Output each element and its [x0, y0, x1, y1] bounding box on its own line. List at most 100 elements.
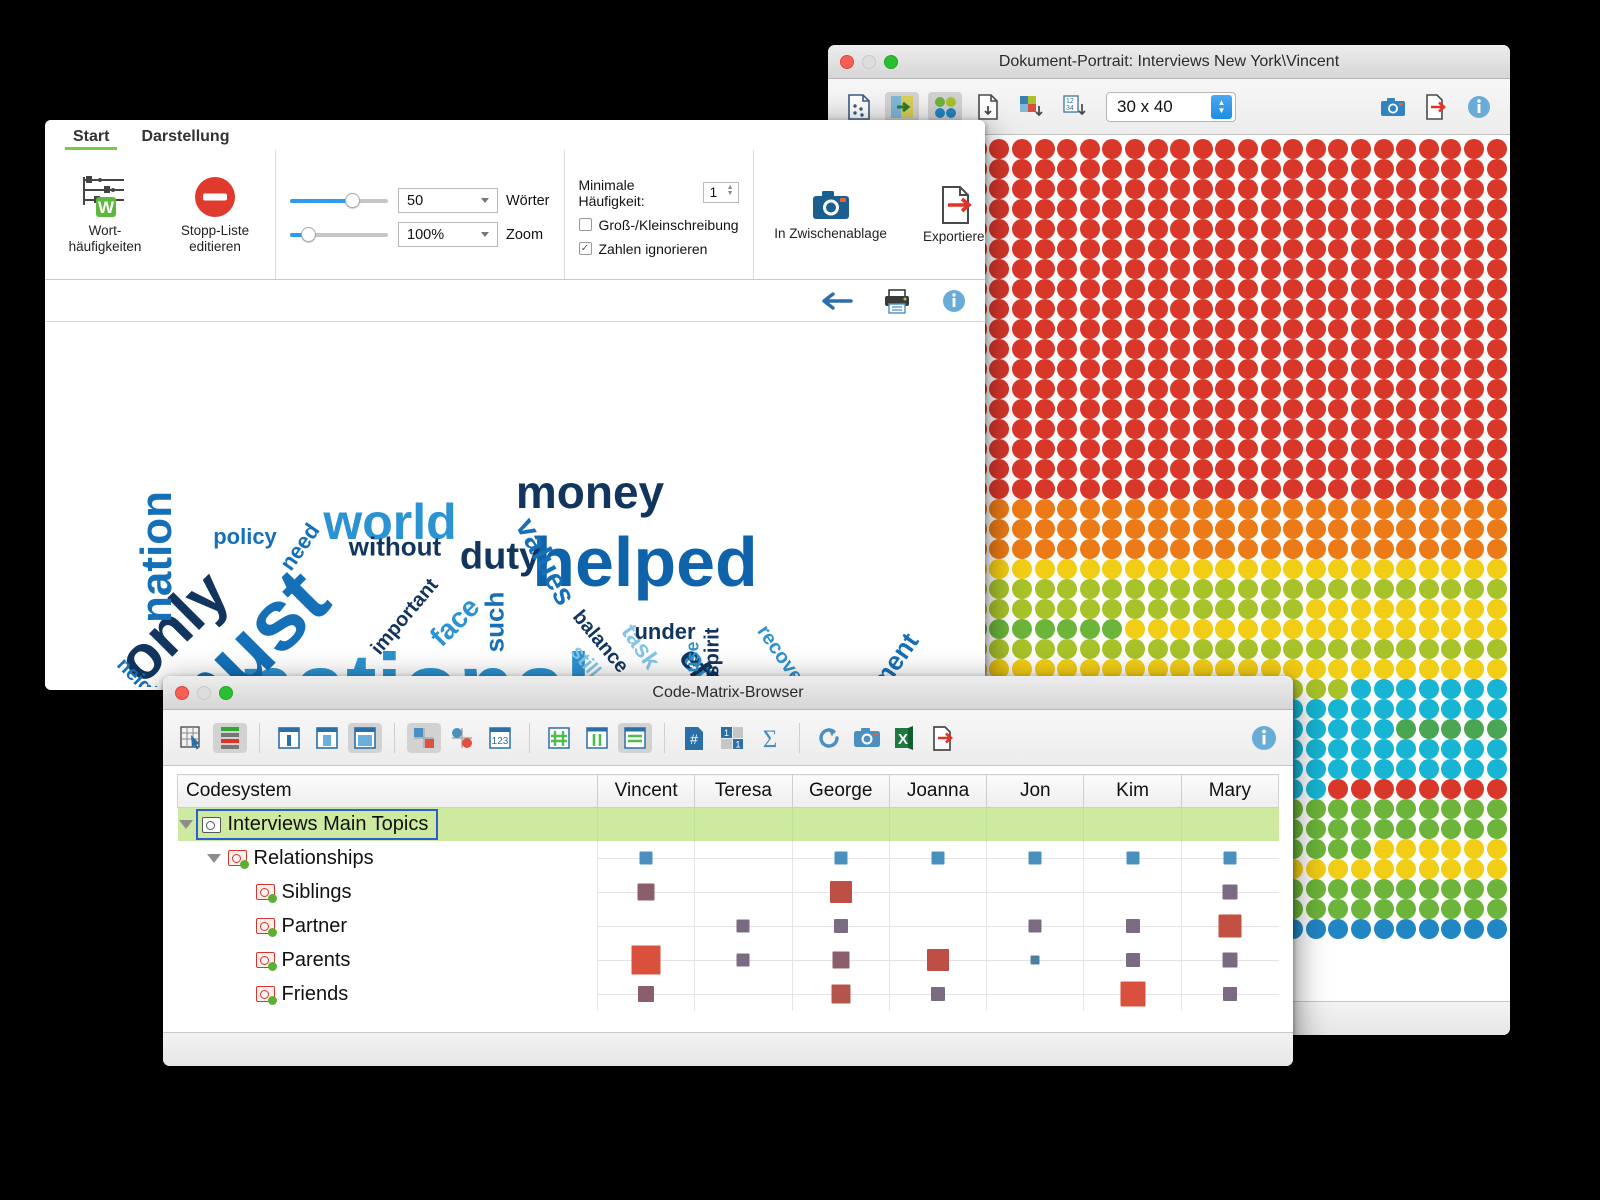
word-frequencies-button[interactable]: W Wort- häufigkeiten [59, 175, 151, 254]
code-cell[interactable]: Parents [255, 949, 350, 972]
case-sensitive-row[interactable]: Groß-/Kleinschreibung [578, 217, 739, 233]
matrix-cell[interactable] [791, 909, 890, 943]
matrix-marker[interactable] [829, 881, 852, 903]
portrait-image-export-button[interactable] [885, 91, 919, 122]
matrix-cell[interactable] [596, 841, 695, 875]
window-controls[interactable] [840, 45, 898, 79]
matrix-cell[interactable] [986, 875, 1084, 909]
matrix-row-label-cell[interactable]: Siblings [178, 875, 598, 909]
close-button[interactable] [840, 55, 854, 69]
words-slider[interactable] [290, 193, 388, 208]
back-button[interactable] [821, 291, 853, 311]
clipboard-button[interactable]: In Zwischenablage [768, 188, 894, 242]
matrix-row-label-cell[interactable]: Partner [178, 909, 598, 943]
stoplist-edit-button[interactable]: Stopp-Liste editieren [169, 175, 261, 254]
matrix-marker[interactable] [1223, 851, 1237, 865]
cmb-window-controls[interactable] [175, 676, 233, 710]
matrix-cell[interactable] [986, 909, 1084, 943]
matrix-cell[interactable] [694, 875, 793, 909]
minimize-button[interactable] [197, 686, 211, 700]
matrix-column-header[interactable]: Jon [986, 774, 1085, 808]
square-symbol-button[interactable] [407, 722, 441, 753]
matrix-cell[interactable] [791, 841, 890, 875]
matrix-marker[interactable] [1030, 955, 1040, 965]
matrix-cell[interactable] [986, 841, 1084, 875]
refresh-button[interactable] [812, 723, 846, 753]
table-row[interactable]: Relationships [178, 841, 1279, 875]
matrix-cell[interactable] [694, 977, 793, 1011]
matrix-cell[interactable] [1083, 875, 1182, 909]
portrait-info-button[interactable] [1462, 92, 1496, 122]
matrix-cell[interactable] [888, 909, 987, 943]
matrix-cell[interactable] [1180, 943, 1279, 977]
table-row[interactable]: Interviews Main Topics [177, 807, 1279, 841]
matrix-marker[interactable] [1125, 953, 1140, 967]
expand-triangle-icon[interactable] [178, 820, 193, 829]
matrix-cell[interactable] [694, 841, 793, 875]
portrait-page-down-button[interactable] [971, 92, 1005, 122]
code-cell[interactable]: Partner [255, 915, 347, 938]
words-value-box[interactable]: 50 [398, 188, 498, 213]
matrix-marker[interactable] [638, 986, 655, 1002]
matrix-cell[interactable] [791, 943, 890, 977]
cloud-word[interactable]: use [683, 641, 704, 672]
matrix-marker[interactable] [736, 953, 750, 967]
sum-button[interactable]: Σ [753, 723, 787, 753]
matrix-row-label-cell[interactable]: Interviews Main Topics [177, 807, 598, 841]
maximize-button[interactable] [219, 686, 233, 700]
portrait-size-stepper[interactable]: ▲ ▼ [1211, 94, 1232, 119]
matrix-marker[interactable] [1125, 919, 1140, 933]
export-button[interactable] [926, 723, 960, 753]
matrix-cell[interactable] [1083, 909, 1182, 943]
matrix-cell[interactable] [1083, 977, 1182, 1011]
matrix-cell[interactable] [1083, 841, 1182, 875]
matrix-marker[interactable] [930, 987, 945, 1001]
circle-symbol-button[interactable] [445, 723, 479, 753]
print-button[interactable] [883, 288, 911, 314]
matrix-cell[interactable] [791, 875, 890, 909]
matrix-cell[interactable] [986, 977, 1084, 1011]
portrait-number-sort-button[interactable]: 12 34 [1057, 92, 1091, 122]
matrix-cell[interactable] [888, 875, 987, 909]
matrix-marker[interactable] [1222, 952, 1238, 968]
matrix-cell[interactable] [596, 875, 695, 909]
zoom-value-box[interactable]: 100% [398, 222, 498, 247]
matrix-marker[interactable] [831, 984, 851, 1004]
matrix-cell[interactable] [888, 841, 987, 875]
matrix-column-header[interactable]: Teresa [694, 774, 793, 808]
matrix-column-header[interactable]: George [791, 774, 890, 808]
chevron-down-icon[interactable] [481, 198, 489, 203]
export-button[interactable]: Exportieren [912, 185, 985, 245]
matrix-cell[interactable] [1083, 807, 1182, 841]
matrix-column-header[interactable]: Vincent [596, 774, 696, 808]
matrix-column-header[interactable]: Kim [1083, 774, 1182, 808]
color-legend-button[interactable] [213, 722, 247, 753]
portrait-four-dots-button[interactable] [928, 91, 962, 122]
matrix-cell[interactable] [596, 943, 695, 977]
matrix-marker[interactable] [1218, 914, 1242, 938]
portrait-size-combo[interactable]: 30 x 40 ▲ ▼ [1106, 91, 1236, 122]
matrix-marker[interactable] [631, 945, 661, 975]
matrix-cell[interactable] [1180, 875, 1279, 909]
matrix-cell[interactable] [694, 807, 793, 841]
portrait-dots-view-button[interactable] [842, 92, 876, 122]
matrix-cell[interactable] [986, 807, 1084, 841]
matrix-cell[interactable] [791, 807, 890, 841]
portrait-grid-export-button[interactable] [1014, 92, 1048, 122]
matrix-row-label-cell[interactable]: Friends [178, 977, 598, 1011]
matrix-marker[interactable] [1222, 884, 1238, 900]
matrix-marker[interactable] [926, 949, 949, 971]
matrix-cell[interactable] [888, 977, 987, 1011]
matrix-cell[interactable] [888, 943, 987, 977]
number-symbol-button[interactable]: 123 [483, 723, 517, 753]
matrix-marker[interactable] [834, 851, 848, 865]
matrix-code-column-header[interactable]: Codesystem [177, 774, 598, 808]
cloud-word[interactable]: nation [132, 491, 182, 623]
count-button[interactable]: # [677, 723, 711, 753]
matrix-marker[interactable] [637, 883, 655, 901]
matrix-cell[interactable] [1180, 977, 1279, 1011]
matrix-cell[interactable] [888, 807, 987, 841]
excel-export-button[interactable]: X [888, 723, 922, 753]
vertical-bars-button[interactable] [580, 723, 614, 753]
matrix-marker[interactable] [1028, 851, 1042, 865]
